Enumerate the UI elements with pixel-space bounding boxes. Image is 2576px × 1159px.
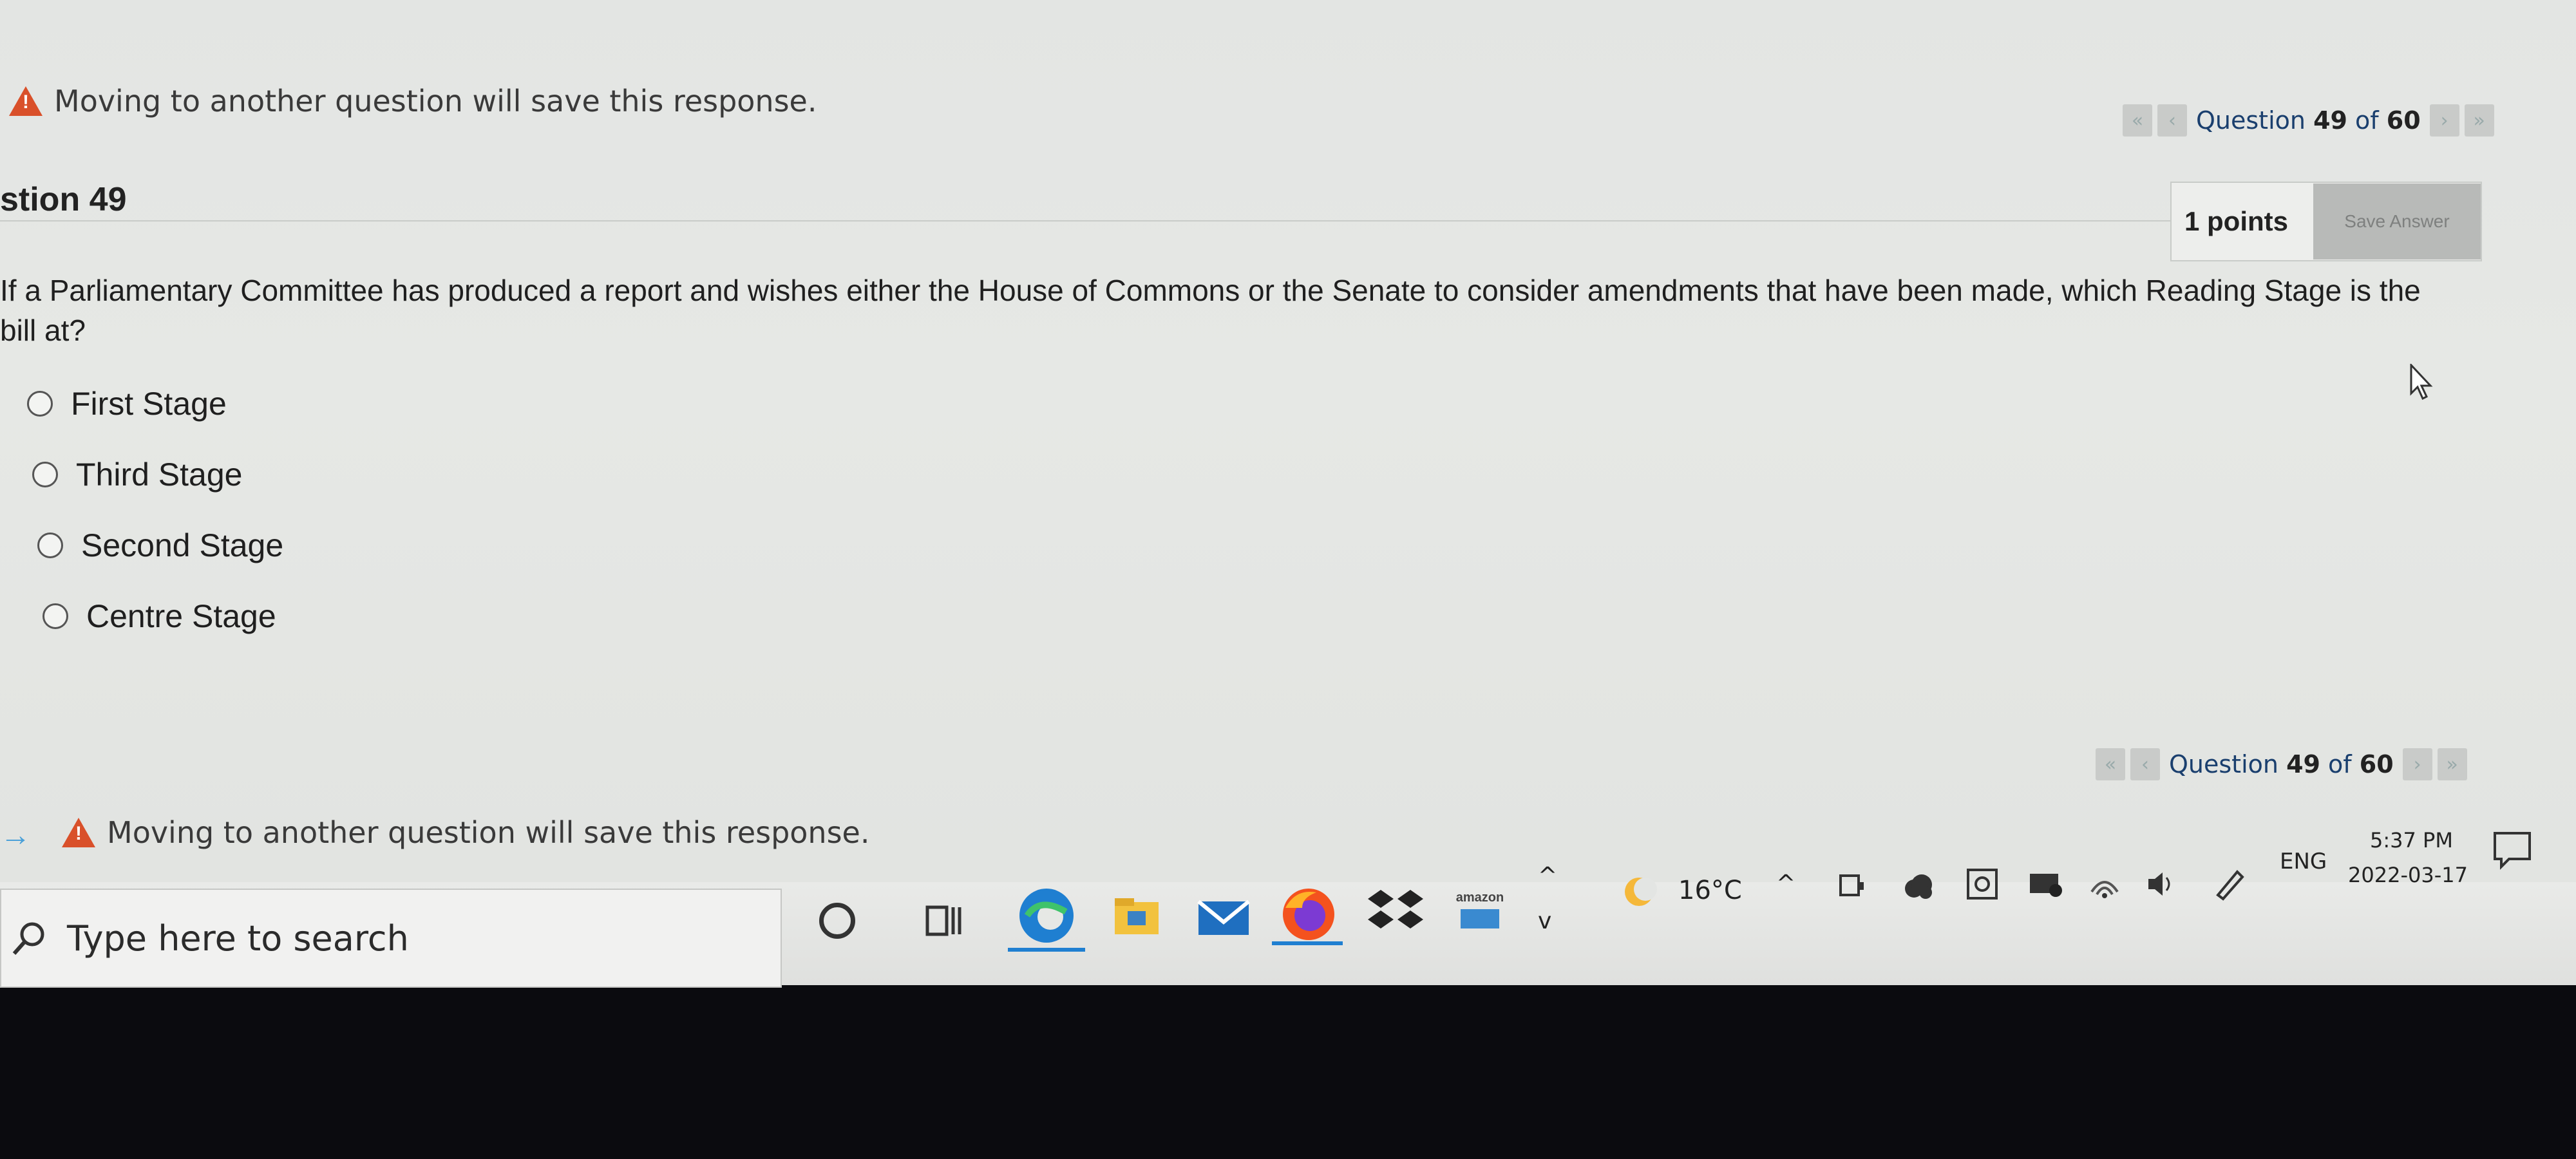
warning-banner-bottom: ! Moving to another question will save t…	[62, 815, 869, 850]
clock-date[interactable]: 2022-03-17	[2348, 863, 2468, 887]
chevron-up-icon[interactable]: ^	[1776, 871, 1795, 897]
warning-icon: !	[9, 86, 43, 116]
cart-shape	[1461, 909, 1499, 928]
search-placeholder: Type here to search	[67, 918, 409, 959]
option-label: First Stage	[71, 386, 227, 422]
dropbox-icon[interactable]	[1367, 883, 1425, 941]
option-label: Third Stage	[76, 457, 243, 493]
first-page-icon[interactable]: «	[2096, 748, 2125, 780]
radio-button[interactable]	[37, 532, 63, 558]
edge-icon[interactable]	[1014, 883, 1079, 948]
wifi-icon[interactable]	[2087, 866, 2123, 902]
network-icon[interactable]	[2026, 866, 2065, 902]
warning-icon: !	[62, 818, 95, 847]
search-icon	[12, 922, 44, 955]
chevron-up-icon[interactable]: ^	[1538, 863, 1557, 889]
radio-button[interactable]	[27, 391, 53, 417]
option-second-stage[interactable]: Second Stage	[37, 527, 283, 564]
option-centre-stage[interactable]: Centre Stage	[43, 598, 276, 635]
taskbar-search[interactable]: Type here to search	[0, 889, 782, 988]
active-indicator	[1008, 948, 1085, 952]
file-explorer-icon[interactable]	[1111, 892, 1162, 943]
last-page-icon[interactable]: »	[2437, 748, 2467, 780]
screen: ! Moving to another question will save t…	[0, 0, 2576, 988]
option-label: Second Stage	[81, 527, 284, 563]
language-indicator[interactable]: ENG	[2280, 849, 2327, 874]
notification-icon[interactable]	[2490, 827, 2535, 872]
last-page-icon[interactable]: »	[2464, 104, 2494, 137]
active-indicator	[1272, 941, 1343, 945]
firefox-icon[interactable]	[1276, 882, 1341, 947]
clock-time[interactable]: 5:37 PM	[2370, 828, 2453, 853]
option-third-stage[interactable]: Third Stage	[32, 456, 242, 493]
first-page-icon[interactable]: «	[2123, 104, 2152, 137]
meet-now-icon[interactable]	[1835, 869, 1868, 901]
cortana-icon[interactable]	[818, 901, 857, 940]
question-text: If a Parliamentary Committee has produce…	[0, 274, 2421, 347]
option-first-stage[interactable]: First Stage	[27, 385, 227, 422]
next-page-icon[interactable]: ›	[2429, 104, 2459, 137]
question-nav-bottom: « ‹ Question 49 of 60 › »	[2096, 748, 2467, 780]
amazon-icon[interactable]: amazon	[1448, 877, 1512, 941]
option-label: Centre Stage	[86, 598, 276, 634]
chevron-down-icon[interactable]: v	[1538, 908, 1551, 934]
warning-banner-top: ! Moving to another question will save t…	[9, 84, 817, 118]
divider	[0, 220, 2177, 221]
warning-text: Moving to another question will save thi…	[107, 815, 870, 850]
security-icon[interactable]	[1964, 866, 2000, 902]
volume-icon[interactable]	[2143, 866, 2179, 902]
radio-button[interactable]	[43, 603, 68, 629]
mail-icon[interactable]	[1195, 889, 1253, 947]
pen-icon[interactable]	[2211, 863, 2250, 901]
question-counter: Question 49 of 60	[2196, 106, 2421, 135]
cloud-icon[interactable]	[1900, 871, 1936, 903]
weather-temperature[interactable]: 16°C	[1678, 876, 1742, 905]
warning-text: Moving to another question will save thi…	[54, 84, 817, 118]
points-label: 1 points	[2184, 206, 2289, 236]
next-page-icon[interactable]: ›	[2402, 748, 2432, 780]
question-counter: Question 49 of 60	[2169, 750, 2394, 778]
mouse-cursor-icon	[2410, 364, 2433, 400]
prev-page-icon[interactable]: ‹	[2130, 748, 2160, 780]
question-title: stion 49	[0, 181, 127, 218]
prev-page-icon[interactable]: ‹	[2157, 104, 2187, 137]
task-view-icon[interactable]	[921, 898, 966, 943]
arrow-right-icon: →	[0, 818, 31, 853]
weather-icon[interactable]	[1620, 872, 1658, 911]
radio-button[interactable]	[32, 462, 58, 487]
points-box: 1 points Save Answer	[2170, 182, 2482, 261]
save-answer-button[interactable]: Save Answer	[2313, 184, 2481, 259]
amazon-label: amazon	[1455, 890, 1504, 905]
question-nav-top: « ‹ Question 49 of 60 › »	[2123, 104, 2494, 137]
